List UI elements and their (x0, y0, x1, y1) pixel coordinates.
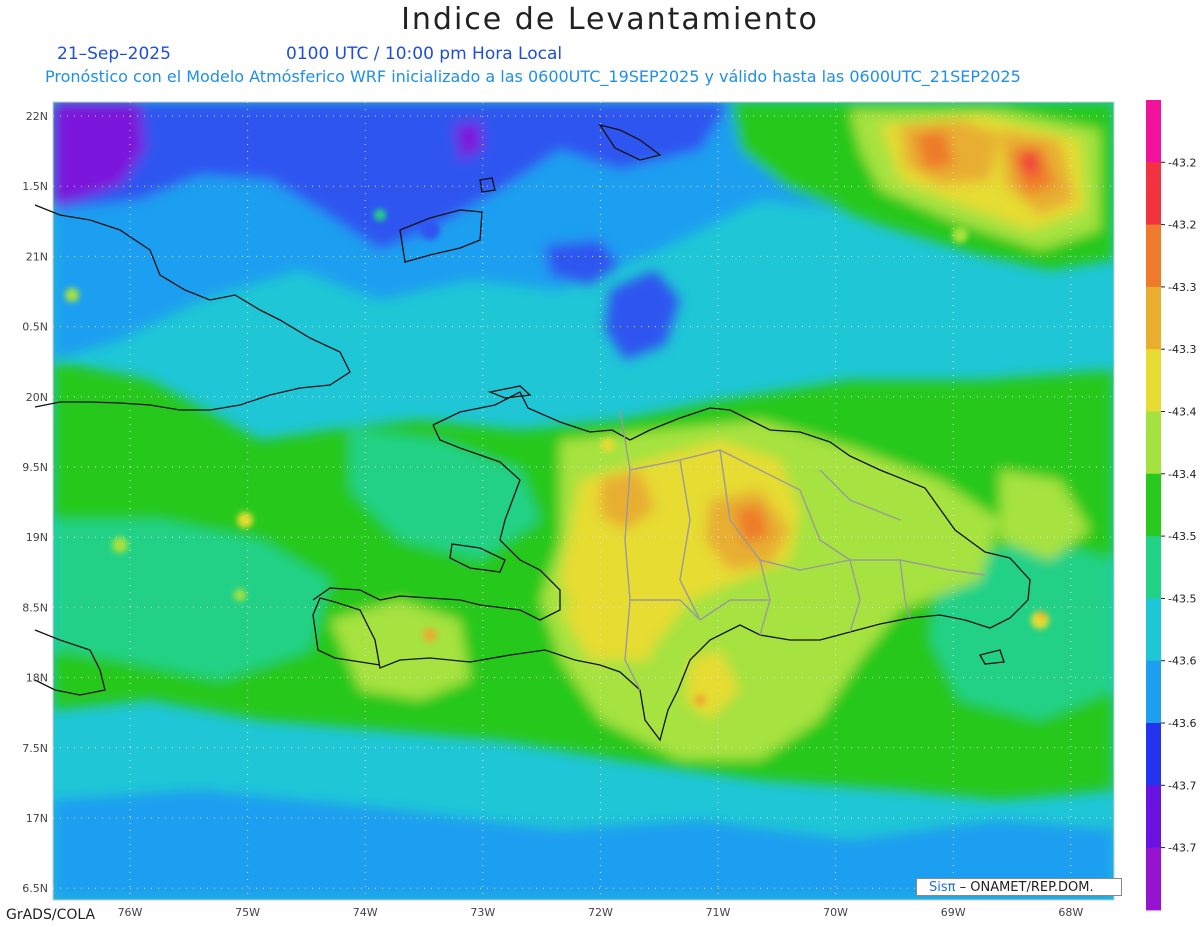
lat-label: 6.5N (22, 882, 48, 895)
lat-label: 0.5N (22, 321, 48, 334)
lat-label: 20N (26, 391, 48, 404)
lat-label: 22N (26, 110, 48, 123)
colorbar-label: -43.2 (1168, 156, 1196, 169)
lon-label: 73W (470, 906, 495, 919)
lat-label: 8.5N (22, 601, 48, 614)
colorbar-swatch (1146, 100, 1161, 163)
longitude-labels: 76W 75W 74W 73W 72W 71W 70W 69W 68W (118, 906, 1084, 919)
colorbar-swatch (1146, 411, 1161, 475)
lat-label: 21N (26, 250, 48, 263)
lat-label: 18N (26, 672, 48, 685)
lon-label: 75W (235, 906, 260, 919)
colorbar-label: -43.3 (1168, 281, 1196, 294)
colorbar: -43.2 -43.2 -43.3 -43.3 -43.4 -43.4 -43.5 -43.5… (1146, 100, 1196, 911)
credit-box: Sisπ – ONAMET/REP.DOM. (916, 878, 1122, 896)
lat-label: 7.5N (22, 742, 48, 755)
lon-label: 74W (353, 906, 378, 919)
lon-label: 71W (706, 906, 731, 919)
colorbar-swatch (1146, 723, 1161, 786)
colorbar-label: -43.5 (1168, 592, 1196, 605)
latitude-labels: 22N 1.5N 21N 0.5N 20N 9.5N 19N 8.5N 18N 7.5N 17N 6.… (22, 110, 48, 895)
lon-label: 69W (941, 906, 966, 919)
colorbar-label: -43.3 (1168, 343, 1196, 356)
colorbar-swatch (1146, 224, 1161, 288)
colorbar-swatch (1146, 162, 1161, 226)
colorbar-label: -43.6 (1168, 717, 1196, 730)
colorbar-swatch (1146, 473, 1161, 537)
sispi-logo: Sisπ (929, 880, 956, 895)
colorbar-label: -43.7 (1168, 842, 1196, 855)
colorbar-swatch (1146, 660, 1161, 724)
colorbar-label: -43.5 (1168, 530, 1196, 543)
lon-label: 76W (118, 906, 143, 919)
lon-label: 72W (588, 906, 613, 919)
colorbar-label: -43.4 (1168, 468, 1196, 481)
map-figure: 22N 1.5N 21N 0.5N 20N 9.5N 19N 8.5N 18N 7.5N 17N 6.… (22, 100, 1196, 919)
colorbar-swatch (1146, 598, 1161, 662)
lat-label: 19N (26, 531, 48, 544)
lon-label: 70W (823, 906, 848, 919)
colorbar-swatch (1146, 536, 1161, 599)
colorbar-label: -43.4 (1168, 406, 1196, 419)
colorbar-swatch (1146, 349, 1161, 412)
colorbar-swatch (1146, 286, 1161, 350)
colorbar-swatch (1146, 785, 1161, 849)
lat-label: 1.5N (22, 180, 48, 193)
forecast-field (53, 102, 1114, 900)
colorbar-label: -43.2 (1168, 219, 1196, 232)
colorbar-label: -43.7 (1168, 779, 1196, 792)
colorbar-swatch (1146, 847, 1161, 911)
lat-label: 9.5N (22, 461, 48, 474)
lat-label: 17N (26, 812, 48, 825)
credit-text: – ONAMET/REP.DOM. (955, 880, 1094, 895)
lon-label: 68W (1058, 906, 1083, 919)
software-credit: GrADS/COLA (6, 907, 96, 923)
colorbar-label: -43.6 (1168, 655, 1196, 668)
